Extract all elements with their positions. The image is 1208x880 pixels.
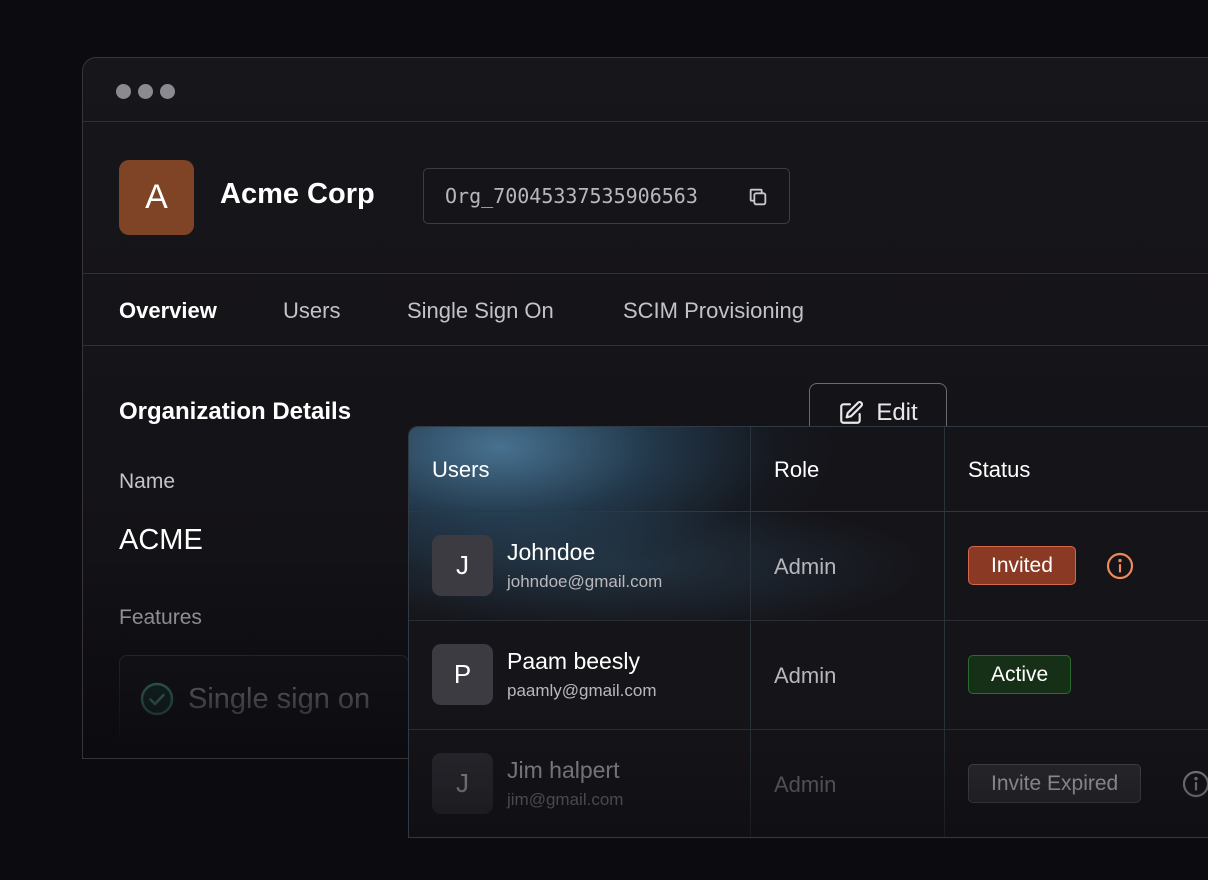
table-row[interactable]: J Johndoe johndoe@gmail.com Admin Invite… — [409, 512, 1208, 621]
check-circle-icon — [140, 682, 174, 716]
window-dot-2[interactable] — [138, 84, 153, 99]
table-row[interactable]: J Jim halpert jim@gmail.com Admin Invite… — [409, 730, 1208, 837]
user-avatar: J — [432, 535, 493, 596]
user-name: Jim halpert — [507, 757, 620, 783]
info-icon[interactable] — [1182, 770, 1208, 798]
tab-users[interactable]: Users — [283, 298, 340, 324]
edit-button-label: Edit — [876, 399, 918, 426]
org-id-field[interactable]: Org_70045337535906563 — [423, 168, 790, 224]
user-role: Admin — [774, 554, 837, 579]
org-header: A Acme Corp Org_70045337535906563 — [83, 122, 1208, 274]
status-badge: Invited — [968, 546, 1076, 585]
tab-bar: Overview Users Single Sign On SCIM Provi… — [83, 274, 1208, 346]
status-badge: Invite Expired — [968, 764, 1142, 803]
window-dot-3[interactable] — [160, 84, 175, 99]
tab-scim-provisioning[interactable]: SCIM Provisioning — [623, 298, 804, 324]
pencil-square-icon — [840, 401, 864, 424]
user-avatar: P — [432, 644, 493, 705]
feature-single-sign-on[interactable]: Single sign on — [119, 655, 409, 743]
tab-overview[interactable]: Overview — [119, 298, 217, 324]
header-status: Status — [968, 457, 1031, 482]
section-title: Organization Details — [119, 398, 352, 425]
org-name: Acme Corp — [220, 178, 375, 210]
user-avatar: J — [432, 753, 493, 814]
user-role: Admin — [774, 663, 837, 688]
window-dot-1[interactable] — [116, 84, 131, 99]
org-avatar: A — [119, 160, 194, 235]
table-header: Users Role Status — [409, 427, 1208, 512]
copy-icon[interactable] — [747, 186, 769, 208]
feature-label: Single sign on — [188, 682, 371, 715]
status-badge: Active — [968, 655, 1072, 694]
user-email: johndoe@gmail.com — [507, 572, 663, 591]
user-email: jim@gmail.com — [507, 790, 624, 809]
features-label: Features — [119, 606, 202, 629]
header-role: Role — [774, 457, 820, 482]
table-row[interactable]: P Paam beesly paamly@gmail.com Admin Act… — [409, 621, 1208, 730]
name-value: ACME — [119, 524, 203, 556]
users-table-panel: Users Role Status J Johndoe johndoe@gmai… — [408, 426, 1208, 838]
window-titlebar — [83, 58, 1208, 122]
user-role: Admin — [774, 772, 837, 797]
user-name: Paam beesly — [507, 648, 640, 674]
user-email: paamly@gmail.com — [507, 681, 657, 700]
user-name: Johndoe — [507, 539, 596, 565]
name-label: Name — [119, 470, 176, 493]
header-users: Users — [432, 457, 490, 482]
org-id-text: Org_70045337535906563 — [445, 184, 698, 208]
tab-single-sign-on[interactable]: Single Sign On — [407, 298, 554, 324]
info-icon[interactable] — [1106, 552, 1134, 580]
